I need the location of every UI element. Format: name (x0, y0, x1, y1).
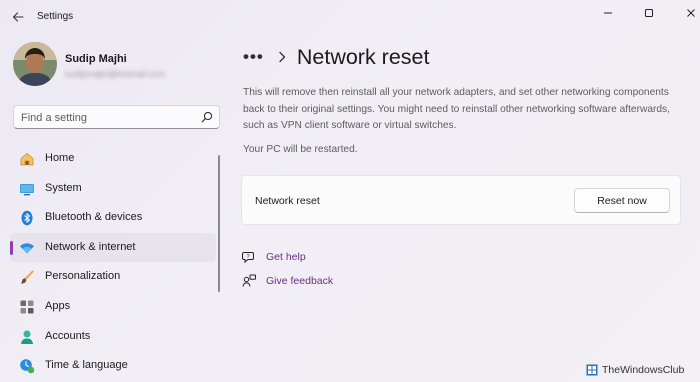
network-reset-description: This will remove then reinstall all your… (243, 87, 670, 131)
sidebar-item-label: Apps (45, 299, 71, 312)
profile-email: sudipmajhi@hotmail.com (65, 69, 166, 79)
give-feedback-label: Give feedback (266, 275, 334, 287)
search-box[interactable] (13, 105, 220, 129)
close-icon (687, 9, 695, 17)
maximize-icon (645, 9, 653, 17)
watermark-text: TheWindowsClub (602, 364, 685, 376)
chevron-right-icon (278, 50, 288, 64)
avatar (13, 42, 57, 86)
maximize-button[interactable] (634, 3, 664, 23)
page-title: Network reset (296, 44, 430, 69)
card-label: Network reset (255, 195, 320, 207)
search-icon[interactable] (201, 111, 213, 123)
feedback-icon (241, 273, 257, 289)
sidebar-scrollbar[interactable] (218, 155, 220, 292)
sidebar-item-label: Time & language (45, 359, 128, 372)
sidebar-item-apps[interactable]: Apps (10, 292, 216, 322)
app-title: Settings (37, 11, 74, 22)
sidebar-item-network-internet[interactable]: Network & internet (10, 232, 216, 263)
close-button[interactable] (676, 3, 700, 23)
sidebar-item-time-language[interactable]: Time & language (10, 351, 216, 381)
sidebar-item-label: Home (45, 152, 75, 164)
time-language-icon (19, 358, 35, 374)
title-bar: Settings (0, 0, 700, 34)
sidebar-nav: Home System Bluetooth & devices Network … (10, 144, 216, 381)
reset-now-button[interactable]: Reset now (574, 188, 670, 213)
user-profile[interactable]: Sudip Majhi sudipmajhi@hotmail.com (13, 42, 213, 90)
sidebar-item-bluetooth-devices[interactable]: Bluetooth & devices (10, 203, 216, 233)
breadcrumb: ••• Network reset (243, 42, 429, 72)
wifi-icon (19, 240, 35, 256)
sidebar-item-personalization[interactable]: Personalization (10, 262, 216, 292)
home-icon (19, 151, 35, 167)
bluetooth-icon (19, 210, 35, 226)
sidebar-item-accounts[interactable]: Accounts (10, 322, 216, 352)
minimize-icon (604, 12, 612, 14)
restart-note: Your PC will be restarted. (243, 144, 358, 155)
back-button[interactable] (8, 7, 28, 27)
sidebar-item-home[interactable]: Home (10, 144, 216, 174)
sidebar-item-label: Personalization (45, 270, 121, 283)
brush-icon (19, 269, 35, 285)
sidebar-item-label: Bluetooth & devices (45, 211, 143, 224)
back-arrow-icon (12, 12, 24, 22)
sidebar-item-system[interactable]: System (10, 174, 216, 204)
sidebar-item-label: System (45, 181, 82, 194)
search-input[interactable] (21, 110, 191, 125)
windowsclub-logo-icon (586, 364, 598, 376)
help-icon: ? (241, 249, 257, 265)
get-help-link[interactable]: ? Get help (241, 248, 306, 266)
get-help-label: Get help (266, 251, 306, 263)
network-reset-card: Network reset Reset now (241, 175, 681, 225)
minimize-button[interactable] (593, 3, 623, 23)
sidebar-item-label: Network & internet (45, 240, 136, 253)
sidebar-item-label: Accounts (45, 329, 91, 342)
accounts-icon (19, 329, 35, 345)
give-feedback-link[interactable]: Give feedback (241, 272, 333, 290)
svg-text:?: ? (246, 254, 249, 260)
breadcrumb-more-button[interactable]: ••• (243, 47, 264, 67)
apps-icon (19, 299, 35, 315)
system-icon (19, 181, 35, 197)
active-indicator (10, 240, 13, 255)
profile-name: Sudip Majhi (65, 53, 127, 65)
watermark: TheWindowsClub (586, 362, 684, 378)
